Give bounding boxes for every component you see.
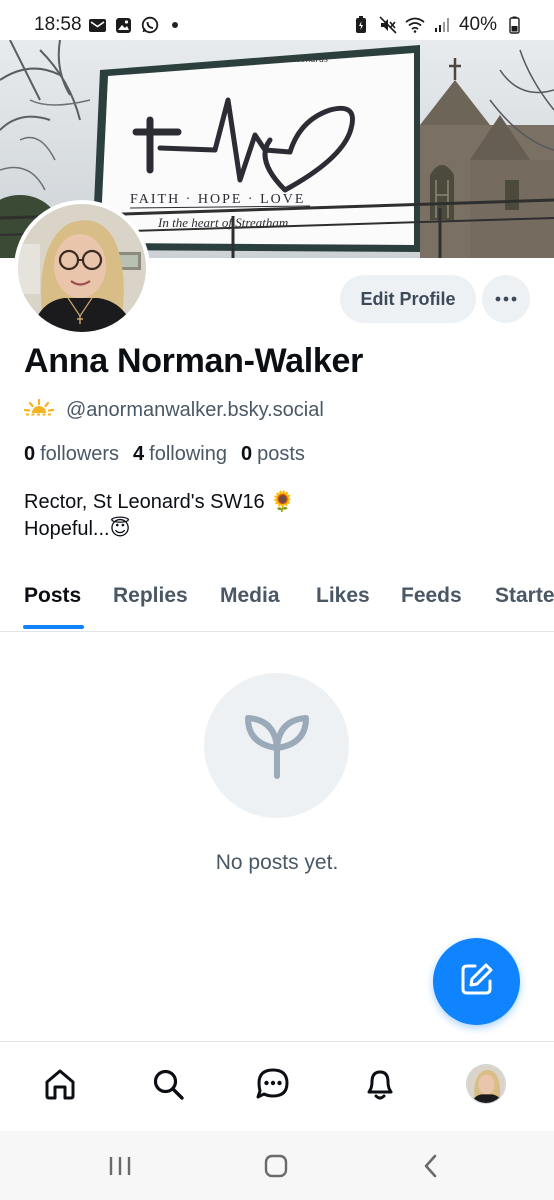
sun-icon xyxy=(23,397,55,423)
seedling-icon xyxy=(240,706,314,785)
profile-avatar[interactable] xyxy=(464,1062,508,1106)
mute-icon xyxy=(378,15,398,35)
recents-icon[interactable] xyxy=(105,1151,135,1181)
notification-dot xyxy=(171,22,178,28)
battery-level: 40% xyxy=(458,14,497,35)
empty-state-text: No posts yet. xyxy=(215,851,339,874)
ellipsis-icon[interactable] xyxy=(482,275,530,323)
tab-posts[interactable]: Posts xyxy=(24,584,81,608)
wifi-icon xyxy=(405,15,425,35)
profile-tabs: Posts Replies Media Likes Feeds Starter … xyxy=(0,562,554,632)
search-icon[interactable] xyxy=(146,1062,190,1106)
following-stat[interactable]: 4 following xyxy=(133,443,227,466)
bell-icon[interactable] xyxy=(358,1062,402,1106)
clock: 18:58 xyxy=(34,14,82,35)
bottom-nav xyxy=(0,1041,554,1131)
home-button-icon[interactable] xyxy=(261,1151,291,1181)
tab-media[interactable]: Media xyxy=(220,584,280,608)
tab-likes[interactable]: Likes xyxy=(316,584,370,608)
status-left: 18:58 xyxy=(34,14,178,36)
whatsapp-icon xyxy=(140,15,160,35)
tab-feeds[interactable]: Feeds xyxy=(401,584,462,608)
compose-button[interactable] xyxy=(433,938,520,1025)
system-nav-bar xyxy=(0,1131,554,1200)
profile-stats: 0 followers 4 following 0 posts xyxy=(24,443,305,466)
display-name: Anna Norman-Walker xyxy=(24,342,364,380)
signal-icon xyxy=(432,15,452,35)
followers-stat[interactable]: 0 followers xyxy=(24,443,119,466)
battery-saver-icon xyxy=(351,15,371,35)
sign-url: www.stleonards xyxy=(265,54,328,65)
profile-bio: Rector, St Leonard's SW16 🌻 Hopeful...😇 xyxy=(24,489,295,543)
compose-icon xyxy=(459,961,495,1002)
sign-motto: FAITH · HOPE · LOVE xyxy=(130,192,305,207)
tab-replies[interactable]: Replies xyxy=(113,584,188,608)
back-icon[interactable] xyxy=(416,1151,446,1181)
battery-icon xyxy=(504,15,524,35)
posts-stat: 0 posts xyxy=(241,443,305,465)
status-right: 40% xyxy=(351,14,524,36)
bio-line: Rector, St Leonard's SW16 🌻 xyxy=(24,491,296,513)
bio-line: Hopeful...😇 xyxy=(24,518,131,540)
gallery-icon xyxy=(114,15,134,35)
chat-icon[interactable] xyxy=(251,1062,295,1106)
tab-starter-packs[interactable]: Starter Packs xyxy=(495,584,554,608)
profile-avatar[interactable] xyxy=(14,200,150,336)
mail-icon xyxy=(88,15,108,35)
empty-state-circle xyxy=(204,673,349,818)
profile-handle[interactable]: @anormanwalker.bsky.social xyxy=(66,399,324,422)
home-icon[interactable] xyxy=(38,1062,82,1106)
edit-profile-button[interactable]: Edit Profile xyxy=(340,275,476,323)
active-tab-indicator xyxy=(23,625,84,629)
handle-row: @anormanwalker.bsky.social xyxy=(23,397,324,423)
